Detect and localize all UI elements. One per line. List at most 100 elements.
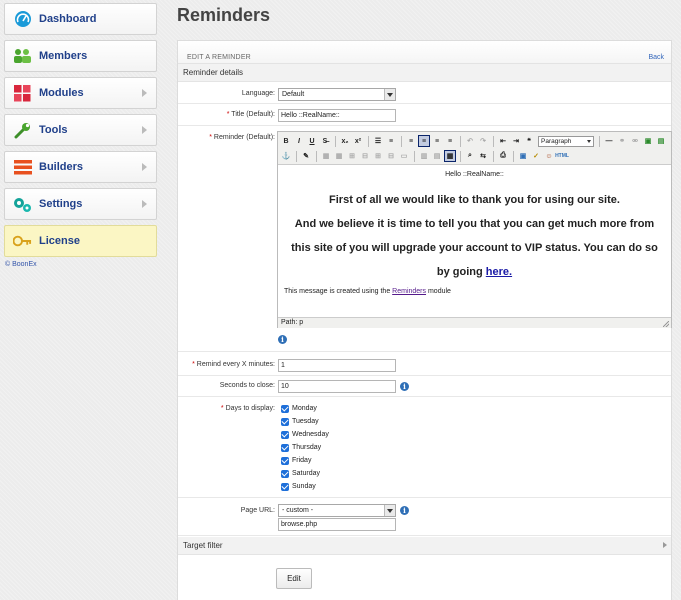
redo-icon[interactable]: ↷ <box>477 135 489 147</box>
numbered-list-icon[interactable]: ≡ <box>385 135 397 147</box>
checkbox[interactable] <box>281 482 289 491</box>
media-icon[interactable]: ▤ <box>655 135 667 147</box>
page-title: Reminders <box>177 5 271 25</box>
row-insert-icon[interactable]: ⊞ <box>346 150 358 162</box>
editor-here-link[interactable]: here. <box>486 266 512 278</box>
indent-icon[interactable]: ⇥ <box>510 135 522 147</box>
link-icon[interactable]: ⚭ <box>616 135 628 147</box>
merge-cells-icon[interactable]: ▭ <box>398 150 410 162</box>
chevron-down-icon[interactable] <box>384 505 395 516</box>
find-icon[interactable]: ⌕ <box>464 150 476 162</box>
insert-table-icon[interactable]: ▦ <box>320 150 332 162</box>
col-delete-icon[interactable]: ⊟ <box>385 150 397 162</box>
col-insert-icon[interactable]: ⊞ <box>372 150 384 162</box>
visual-aid-icon[interactable]: ▦ <box>444 150 456 162</box>
editor-toolbar: B I U S̶ x₂ x² ☰ ≡ ≡ ≡ ≡ ≡ ↶ ↷ ⇤ ⇥ ❝ Par… <box>278 132 671 165</box>
day-option-thursday[interactable]: Thursday <box>278 441 329 454</box>
html-source-icon[interactable]: HTML <box>555 150 569 162</box>
section-target-filter[interactable]: Target filter <box>178 537 671 555</box>
sidebar-item-tools[interactable]: Tools <box>4 114 157 146</box>
checkbox[interactable] <box>281 417 289 426</box>
reminder-label: * Reminder (Default): <box>209 134 275 141</box>
checkbox[interactable] <box>281 456 289 465</box>
day-option-friday[interactable]: Friday <box>278 454 329 467</box>
paragraph-format-select[interactable]: Paragraph <box>538 135 594 147</box>
chevron-right-icon <box>142 200 147 208</box>
emoticons-icon[interactable]: ☺ <box>543 150 555 162</box>
align-left-icon[interactable]: ≡ <box>405 135 417 147</box>
outdent-icon[interactable]: ⇤ <box>497 135 509 147</box>
reminders-module-link[interactable]: Reminders <box>392 288 426 295</box>
page-url-select[interactable]: - custom - <box>278 504 396 517</box>
table-props-icon[interactable]: ▦ <box>333 150 345 162</box>
print-icon[interactable]: ⎙ <box>497 150 509 162</box>
info-icon[interactable]: i <box>278 335 287 344</box>
editor-footer: This message is created using the Remind… <box>284 288 451 295</box>
horizontal-rule-icon[interactable]: — <box>603 135 615 147</box>
day-option-monday[interactable]: Monday <box>278 402 329 415</box>
page-url-custom-input[interactable]: browse.php <box>278 518 396 531</box>
checkbox[interactable] <box>281 404 289 413</box>
spellcheck-icon[interactable]: ✓ <box>530 150 542 162</box>
sidebar-item-label: Tools <box>39 124 68 136</box>
seconds-to-close-input[interactable]: 10 <box>278 380 396 393</box>
undo-icon[interactable]: ↶ <box>464 135 476 147</box>
section-reminder-details[interactable]: Reminder details <box>178 64 671 82</box>
day-option-tuesday[interactable]: Tuesday <box>278 415 329 428</box>
builders-bars-icon <box>13 158 32 177</box>
info-icon[interactable]: i <box>400 506 409 515</box>
chevron-right-icon <box>142 163 147 171</box>
align-right-icon[interactable]: ≡ <box>431 135 443 147</box>
title-input[interactable]: Hello ::RealName:: <box>278 109 396 122</box>
row-delete-icon[interactable]: ⊟ <box>359 150 371 162</box>
anchor-icon[interactable]: ⚓ <box>280 150 292 162</box>
sidebar-item-dashboard[interactable]: Dashboard <box>4 3 157 35</box>
sidebar-item-modules[interactable]: Modules <box>4 77 157 109</box>
italic-icon[interactable]: I <box>293 135 305 147</box>
day-option-wednesday[interactable]: Wednesday <box>278 428 329 441</box>
resize-grip-icon[interactable] <box>663 321 669 327</box>
cleanup-icon[interactable]: ✎ <box>300 150 312 162</box>
checkbox[interactable] <box>281 469 289 478</box>
chevron-down-icon[interactable] <box>384 89 395 100</box>
language-row: Language: Default <box>178 82 671 104</box>
align-center-icon[interactable]: ≡ <box>418 135 430 147</box>
remind-every-input[interactable]: 1 <box>278 359 396 372</box>
back-link[interactable]: Back <box>648 54 664 61</box>
bullet-list-icon[interactable]: ☰ <box>372 135 384 147</box>
editor-content[interactable]: Hello ::RealName:: First of all we would… <box>278 165 671 317</box>
day-option-saturday[interactable]: Saturday <box>278 467 329 480</box>
underline-icon[interactable]: U <box>306 135 318 147</box>
day-option-sunday[interactable]: Sunday <box>278 480 329 493</box>
sidebar-item-license[interactable]: License <box>4 225 157 257</box>
language-select[interactable]: Default <box>278 88 396 101</box>
modules-grid-icon <box>13 84 32 103</box>
info-icon[interactable]: i <box>400 382 409 391</box>
strikethrough-icon[interactable]: S̶ <box>319 135 331 147</box>
sidebar-item-settings[interactable]: Settings <box>4 188 157 220</box>
reminder-editor[interactable]: B I U S̶ x₂ x² ☰ ≡ ≡ ≡ ≡ ≡ ↶ ↷ ⇤ ⇥ ❝ Par… <box>277 131 672 328</box>
panel-header: EDIT A REMINDER Back <box>178 41 671 64</box>
checkbox[interactable] <box>281 430 289 439</box>
seconds-to-close-row: Seconds to close: 10 i <box>178 376 671 397</box>
split-cells-icon[interactable]: ▥ <box>418 150 430 162</box>
checkbox[interactable] <box>281 443 289 452</box>
superscript-icon[interactable]: x² <box>352 135 364 147</box>
panel-caption: EDIT A REMINDER <box>187 54 251 61</box>
sidebar-item-label: Builders <box>39 161 84 173</box>
sidebar-item-label: License <box>39 235 80 247</box>
edit-button[interactable]: Edit <box>276 568 312 589</box>
image-icon[interactable]: ▣ <box>642 135 654 147</box>
sidebar-item-builders[interactable]: Builders <box>4 151 157 183</box>
blockquote-icon[interactable]: ❝ <box>523 135 535 147</box>
editor-path: Path: p <box>281 319 304 326</box>
unlink-icon[interactable]: ⚮ <box>629 135 641 147</box>
sidebar-item-members[interactable]: Members <box>4 40 157 72</box>
align-justify-icon[interactable]: ≡ <box>444 135 456 147</box>
fullscreen-icon[interactable]: ▣ <box>517 150 529 162</box>
subscript-icon[interactable]: x₂ <box>339 135 351 147</box>
bold-icon[interactable]: B <box>280 135 292 147</box>
table-delete-icon[interactable]: ▤ <box>431 150 443 162</box>
replace-icon[interactable]: ⇆ <box>477 150 489 162</box>
chevron-right-icon <box>663 542 667 548</box>
